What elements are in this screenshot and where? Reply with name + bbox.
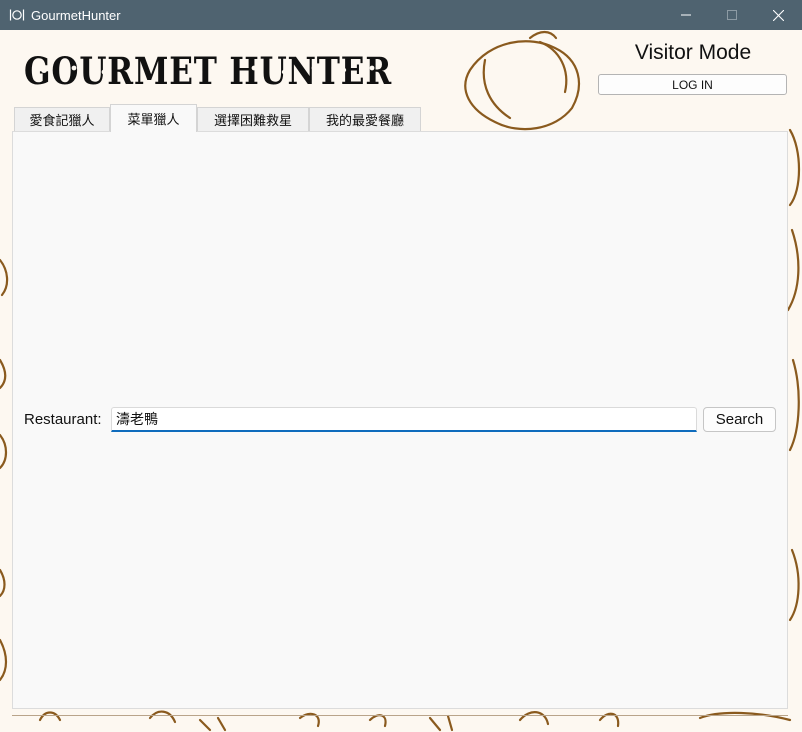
restaurant-label: Restaurant: xyxy=(24,411,102,428)
tab-ifoodie-hunter[interactable]: 愛食記獵人 xyxy=(14,107,110,131)
close-icon xyxy=(772,9,784,21)
window-title: GourmetHunter xyxy=(31,7,121,23)
minimize-icon xyxy=(681,14,691,16)
gourmet-hunter-logo: GOURMET HUNTER xyxy=(24,49,392,92)
maximize-button[interactable] xyxy=(709,0,755,30)
tab-content-panel: Restaurant: Search xyxy=(12,131,788,709)
minimize-button[interactable] xyxy=(663,0,709,30)
tab-decision-helper[interactable]: 選擇困難救星 xyxy=(197,107,309,131)
search-button[interactable]: Search xyxy=(703,407,776,432)
maximize-icon xyxy=(727,10,737,20)
title-bar[interactable]: GourmetHunter xyxy=(0,0,802,30)
tab-favorite-restaurants[interactable]: 我的最愛餐廳 xyxy=(309,107,421,131)
restaurant-search-input[interactable] xyxy=(111,407,697,432)
login-button[interactable]: LOG IN xyxy=(598,74,787,95)
visitor-mode-label: Visitor Mode xyxy=(634,41,752,64)
svg-text:GOURMET HUNTER: GOURMET HUNTER xyxy=(24,49,392,92)
app-window: GourmetHunter GOURMET HUNTER Visitor Mod… xyxy=(0,0,802,732)
tab-menu-hunter[interactable]: 菜單獵人 xyxy=(110,104,197,132)
close-button[interactable] xyxy=(755,0,801,30)
fork-knife-plate-icon xyxy=(9,7,25,23)
bottom-divider xyxy=(12,715,788,716)
